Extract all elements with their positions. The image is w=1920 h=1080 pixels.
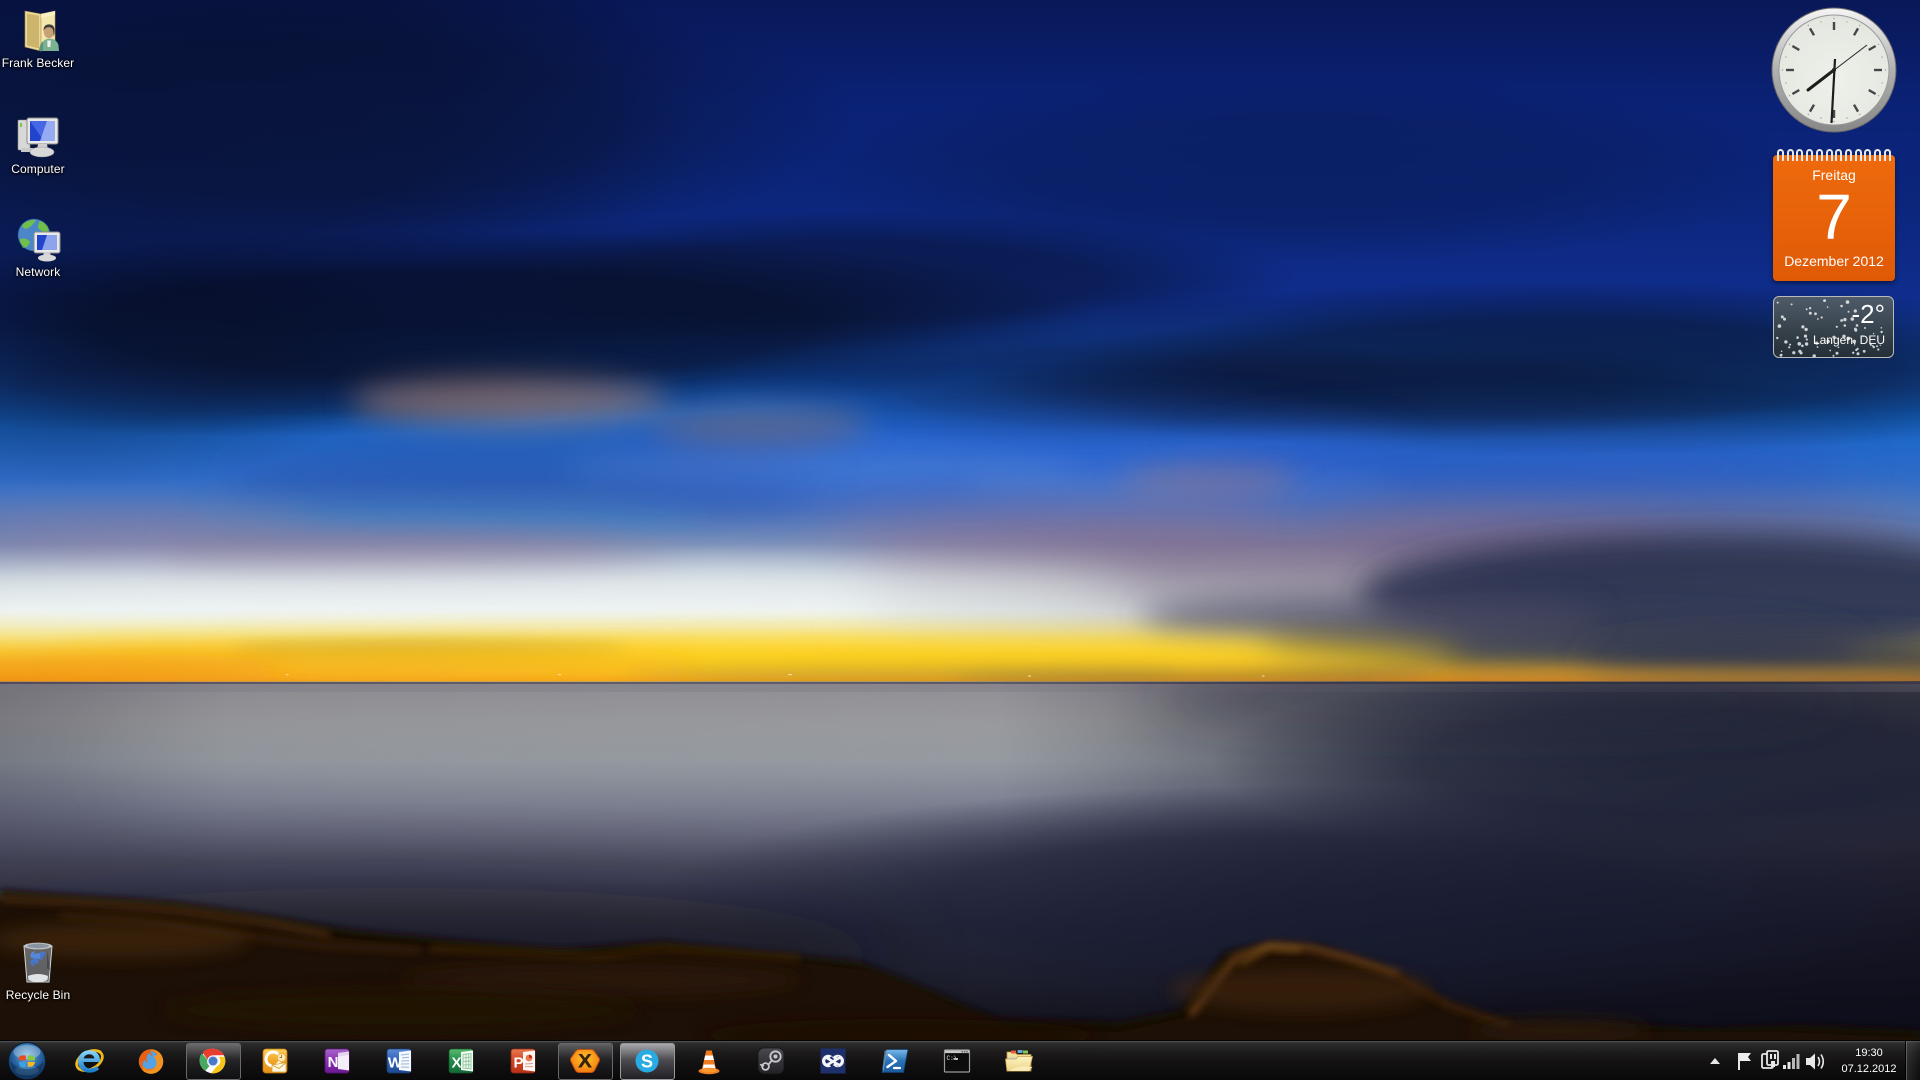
svg-text:S: S (641, 1052, 653, 1072)
svg-text:P: P (513, 1055, 523, 1072)
svg-text:N: N (328, 1054, 339, 1071)
svg-text:W: W (388, 1055, 403, 1072)
svg-text:X: X (451, 1055, 461, 1072)
